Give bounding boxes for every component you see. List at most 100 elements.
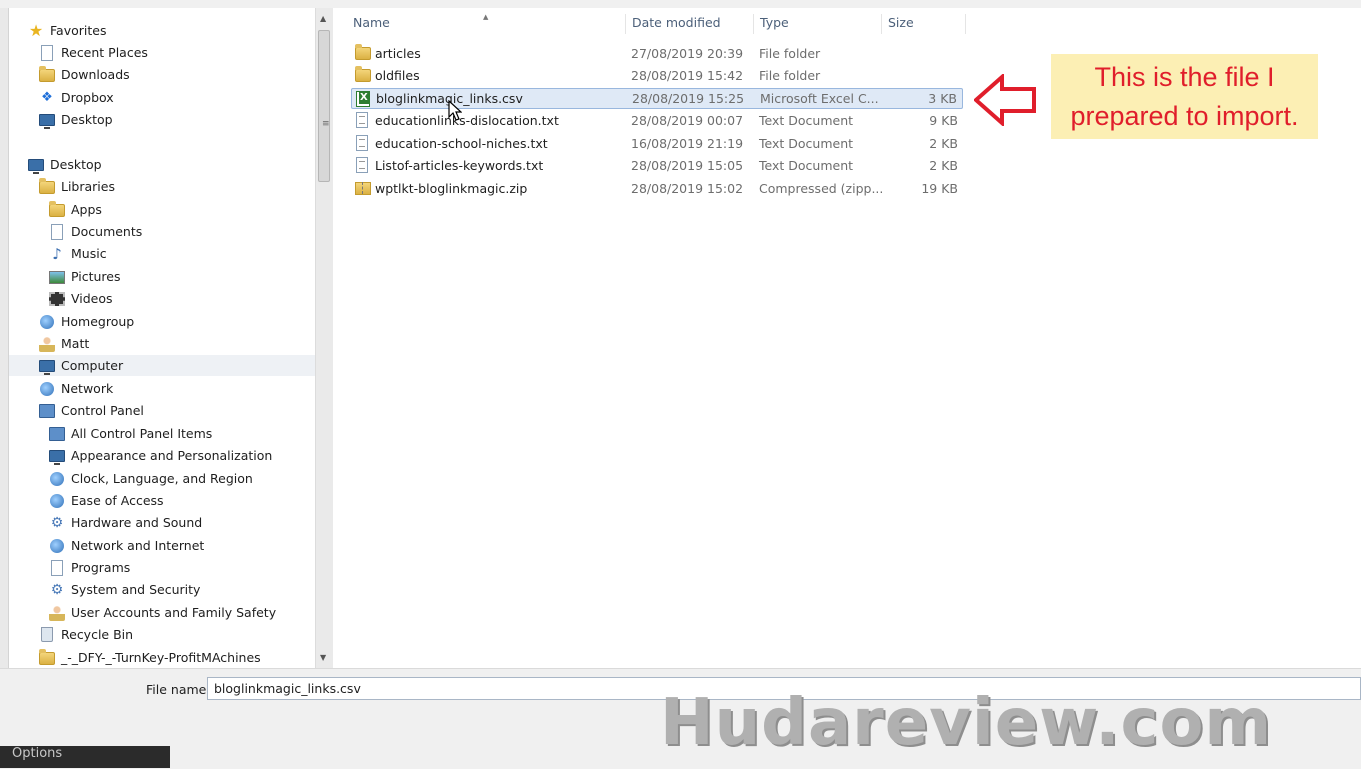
file-row[interactable]: Listof-articles-keywords.txt 28/08/2019 1… [351,155,963,176]
file-row[interactable]: education-school-niches.txt 16/08/2019 21… [351,133,963,154]
control-panel-items-icon [49,427,65,441]
column-type-label: Type [760,15,789,30]
nav-libraries[interactable]: Libraries [39,176,115,197]
column-name-label: Name [353,15,390,30]
column-header-name[interactable]: Name ▲ [333,13,626,34]
clock-language-icon [50,471,64,486]
file-type: File folder [759,46,821,61]
file-date: 28/08/2019 15:25 [632,91,745,106]
file-row[interactable]: educationlinks-dislocation.txt 28/08/2019… [351,110,963,131]
nav-apps[interactable]: Apps [49,199,102,220]
column-header-type[interactable]: Type [754,14,882,34]
nav-recent-places[interactable]: Recent Places [39,42,148,63]
nav-favorites[interactable]: ★ Favorites [28,20,107,41]
desktop-icon [28,159,44,174]
nav-user-accounts[interactable]: User Accounts and Family Safety [49,602,276,623]
nav-clock-language[interactable]: Clock, Language, and Region [49,468,253,489]
scrollbar-thumb[interactable]: ≡ [318,30,330,182]
nav-appearance[interactable]: Appearance and Personalization [49,445,272,466]
recent-places-icon [41,44,53,61]
nav-pictures[interactable]: Pictures [49,266,121,287]
zip-file-icon [355,182,371,195]
nav-control-panel[interactable]: Control Panel [39,400,144,421]
nav-label: Homegroup [61,314,135,329]
nav-label: Recycle Bin [61,627,134,642]
nav-network-internet[interactable]: Network and Internet [49,535,204,556]
nav-network[interactable]: Network [39,378,113,399]
ease-of-access-icon [50,493,64,508]
nav-ease-of-access[interactable]: Ease of Access [49,490,164,511]
file-date: 16/08/2019 21:19 [631,136,744,151]
scroll-up-arrow-icon[interactable]: ▲ [320,14,326,23]
file-row[interactable]: oldfiles 28/08/2019 15:42 File folder [351,65,963,86]
text-file-icon [356,135,368,151]
network-icon [40,381,54,396]
file-type: File folder [759,68,821,83]
dropbox-icon: ❖ [41,89,53,105]
nav-label: Documents [71,224,143,239]
folder-icon [49,201,65,217]
annotation-callout: This is the file I prepared to import. [1051,54,1318,139]
music-icon: ♪ [52,244,62,263]
nav-desktop-favorite[interactable]: Desktop [39,109,113,130]
column-header-date[interactable]: Date modified [626,14,754,34]
file-row[interactable]: articles 27/08/2019 20:39 File folder [351,43,963,64]
scroll-down-arrow-icon[interactable]: ▼ [320,653,326,662]
text-file-icon [356,112,368,128]
nav-dropbox[interactable]: ❖ Dropbox [39,87,114,108]
nav-label: Network [61,381,114,396]
column-header-size[interactable]: Size [882,14,966,34]
file-date: 28/08/2019 15:02 [631,181,744,196]
nav-all-control-panel-items[interactable]: All Control Panel Items [49,423,212,444]
nav-dfy-folder[interactable]: _-_DFY-_-TurnKey-ProfitMAchines [39,647,261,668]
mouse-cursor-icon [448,100,462,121]
nav-label: Desktop [50,157,102,172]
file-type: Microsoft Excel C... [760,91,879,106]
file-date: 27/08/2019 20:39 [631,46,744,61]
user-folder-icon [39,335,55,352]
nav-downloads[interactable]: Downloads [39,64,130,85]
star-icon: ★ [28,20,44,40]
nav-documents[interactable]: Documents [49,221,142,242]
file-date: 28/08/2019 15:05 [631,158,744,173]
nav-label: System and Security [71,582,201,597]
nav-system-security[interactable]: ⚙ System and Security [49,579,201,600]
nav-label: Network and Internet [71,538,205,553]
file-name-label: File name: [146,682,211,697]
nav-label: Programs [71,560,131,575]
appearance-icon [49,450,65,465]
options-button[interactable]: Options [0,746,170,768]
nav-label: Dropbox [61,90,114,105]
file-size: 2 KB [929,136,958,151]
nav-label: User Accounts and Family Safety [71,605,277,620]
nav-label: Libraries [61,179,115,194]
file-row-selected[interactable]: bloglinkmagic_links.csv28/08/2019 15:25M… [351,88,963,109]
file-date: 28/08/2019 15:42 [631,68,744,83]
file-size: 9 KB [929,113,958,128]
window-top-strip [0,0,1361,8]
programs-icon [51,559,63,576]
navigation-scrollbar[interactable]: ▲ ≡ ▼ [315,8,333,668]
window-left-edge [0,8,9,668]
system-security-icon: ⚙ [50,581,64,598]
file-name: Listof-articles-keywords.txt [375,158,544,173]
nav-videos[interactable]: Videos [49,288,113,309]
desktop-icon [39,114,55,129]
nav-desktop[interactable]: Desktop [28,154,102,175]
libraries-icon [39,178,55,194]
nav-recycle-bin[interactable]: Recycle Bin [39,624,133,645]
nav-label: Desktop [61,112,113,127]
nav-label: Downloads [61,67,130,82]
nav-homegroup[interactable]: Homegroup [39,311,134,332]
file-row[interactable]: wptlkt-bloglinkmagic.zip 28/08/2019 15:02… [351,178,963,199]
nav-label: Matt [61,336,90,351]
sort-caret-icon: ▲ [483,13,489,21]
nav-hardware-sound[interactable]: ⚙ Hardware and Sound [49,512,202,533]
nav-music[interactable]: ♪ Music [49,243,106,264]
navigation-pane[interactable]: ★ Favorites Recent Places Downloads ❖ Drop… [9,8,315,668]
file-name: articles [375,46,421,61]
nav-computer[interactable]: Computer [9,355,315,376]
column-size-label: Size [888,15,914,30]
nav-matt[interactable]: Matt [39,333,89,354]
nav-programs[interactable]: Programs [49,557,130,578]
